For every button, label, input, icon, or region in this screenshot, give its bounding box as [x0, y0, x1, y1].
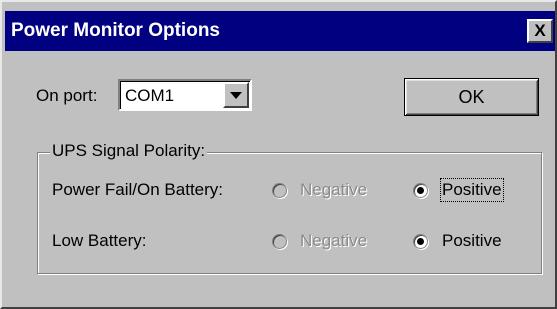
- low-battery-label: Low Battery:: [52, 231, 147, 250]
- ups-signal-polarity-group: [37, 152, 542, 274]
- power-fail-positive-radio[interactable]: [413, 183, 428, 198]
- low-battery-negative-label[interactable]: Negative: [300, 231, 367, 251]
- close-icon: X: [534, 21, 546, 40]
- port-dropdown-button[interactable]: [223, 82, 249, 108]
- power-fail-negative-radio[interactable]: [272, 183, 287, 198]
- port-label: On port:: [36, 86, 98, 105]
- window-title: Power Monitor Options: [11, 20, 220, 41]
- port-select[interactable]: COM1: [118, 79, 252, 111]
- power-fail-positive-label[interactable]: Positive: [440, 178, 504, 202]
- ok-button-label: OK: [458, 86, 485, 107]
- title-bar[interactable]: Power Monitor Options X: [5, 11, 555, 51]
- port-select-value: COM1: [125, 86, 175, 105]
- low-battery-positive-label[interactable]: Positive: [442, 231, 502, 251]
- power-monitor-options-dialog: Power Monitor Options X On port: COM1 OK…: [0, 0, 557, 309]
- power-fail-label: Power Fail/On Battery:: [52, 180, 224, 199]
- low-battery-positive-radio[interactable]: [413, 234, 428, 249]
- ok-button[interactable]: OK: [404, 78, 539, 116]
- power-fail-negative-label[interactable]: Negative: [300, 180, 367, 200]
- radio-selected-dot: [417, 238, 424, 245]
- close-button[interactable]: X: [527, 19, 553, 43]
- group-title: UPS Signal Polarity:: [50, 141, 208, 161]
- radio-selected-dot: [417, 187, 424, 194]
- chevron-down-icon: [230, 91, 242, 99]
- low-battery-negative-radio[interactable]: [272, 234, 287, 249]
